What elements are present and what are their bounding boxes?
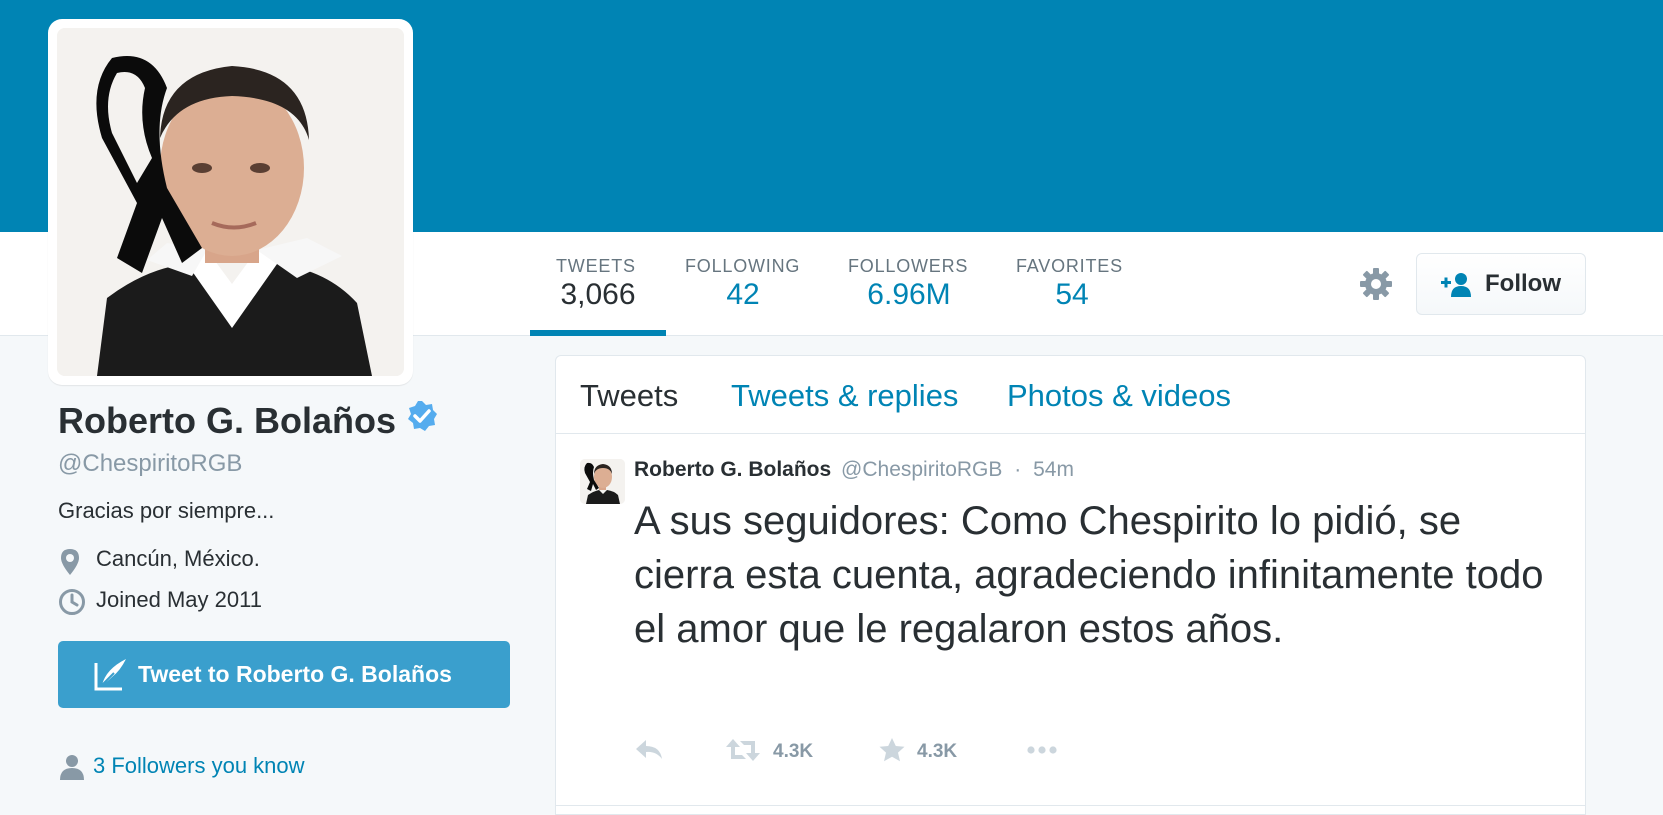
retweet-icon	[726, 739, 760, 761]
tweet[interactable]: Roberto G. Bolaños @ChespiritoRGB · 54m …	[556, 434, 1585, 806]
tweet-avatar[interactable]	[580, 459, 625, 504]
compose-quill-icon	[94, 659, 126, 691]
stat-label: TWEETS	[556, 256, 636, 276]
profile-name-row: Roberto G. Bolaños	[58, 400, 438, 442]
verified-badge-icon	[406, 400, 438, 437]
location-pin-icon	[61, 549, 79, 575]
profile-avatar[interactable]	[48, 19, 413, 385]
stat-tweets[interactable]: TWEETS 3,066	[530, 232, 666, 336]
stat-label: FAVORITES	[1016, 256, 1123, 276]
more-options-icon[interactable]	[1024, 737, 1060, 768]
add-user-icon	[1441, 273, 1471, 297]
favorite-count: 4.3K	[917, 741, 958, 762]
star-icon	[879, 738, 905, 762]
reply-icon[interactable]	[634, 737, 664, 768]
user-icon	[60, 755, 84, 780]
gear-icon[interactable]	[1358, 266, 1394, 302]
tab-tweets-replies[interactable]: Tweets & replies	[731, 378, 958, 414]
location-text[interactable]: Cancún, México.	[96, 546, 260, 572]
profile-name[interactable]: Roberto G. Bolaños	[58, 400, 396, 441]
tweet-author-handle[interactable]: @ChespiritoRGB	[841, 458, 1002, 481]
stat-label: FOLLOWING	[685, 256, 801, 276]
follow-button[interactable]: Follow	[1416, 253, 1586, 315]
stat-favorites[interactable]: FAVORITES 54	[1016, 232, 1128, 336]
tweet-to-label: Tweet to Roberto G. Bolaños	[138, 661, 452, 687]
tweet-text: A sus seguidores: Como Chespirito lo pid…	[634, 499, 1544, 651]
tweet-separator: ·	[1014, 458, 1022, 481]
tweet-to-button[interactable]: Tweet to Roberto G. Bolaños	[58, 641, 510, 708]
tweet-timestamp[interactable]: 54m	[1033, 458, 1074, 481]
favorite-button[interactable]: 4.3K	[878, 737, 957, 768]
tab-photos-videos[interactable]: Photos & videos	[1007, 378, 1231, 414]
timeline-tabs: Tweets Tweets & replies Photos & videos	[556, 356, 1585, 434]
profile-bio: Gracias por siempre...	[58, 498, 275, 523]
timeline: Tweets Tweets & replies Photos & videos …	[555, 355, 1586, 815]
profile-handle[interactable]: @ChespiritoRGB	[58, 450, 242, 478]
stat-followers[interactable]: FOLLOWERS 6.96M	[848, 232, 970, 336]
profile-avatar-photo	[57, 28, 404, 376]
retweet-button[interactable]: 4.3K	[726, 737, 813, 768]
tweet-author-name[interactable]: Roberto G. Bolaños	[634, 458, 831, 481]
tweet-header: Roberto G. Bolaños @ChespiritoRGB · 54m	[634, 458, 1074, 482]
stat-value: 42	[726, 278, 760, 311]
stat-label: FOLLOWERS	[848, 256, 969, 276]
tab-tweets[interactable]: Tweets	[580, 378, 678, 414]
retweet-count: 4.3K	[773, 741, 814, 762]
joined-text: Joined May 2011	[96, 587, 262, 612]
stat-following[interactable]: FOLLOWING 42	[685, 232, 801, 336]
active-tab-indicator	[530, 330, 666, 336]
clock-icon	[59, 589, 85, 615]
follow-label: Follow	[1485, 270, 1561, 297]
stat-value: 54	[1055, 278, 1089, 311]
followers-you-know-text: 3 Followers you know	[93, 753, 305, 778]
stat-value: 6.96M	[867, 278, 951, 311]
stat-value: 3,066	[560, 278, 636, 311]
